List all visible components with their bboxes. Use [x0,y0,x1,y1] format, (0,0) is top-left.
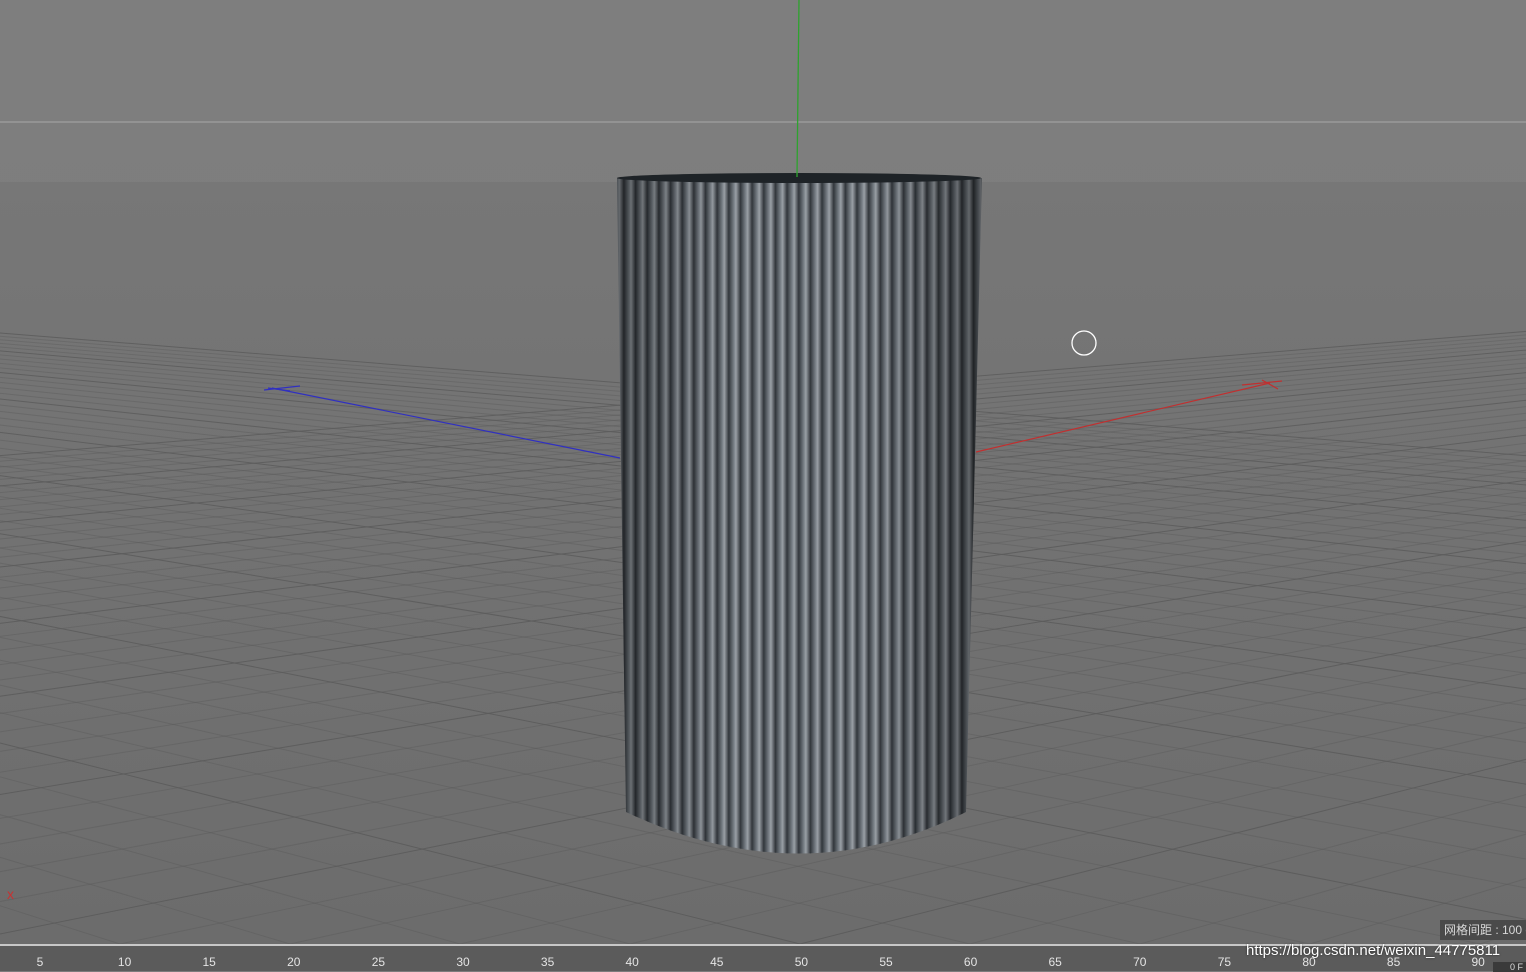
view-axis-label: x [7,886,14,902]
timeline-tick-label: 30 [456,955,470,969]
timeline-tick-label: 10 [117,955,132,969]
timeline-tick-label: 65 [1048,955,1062,969]
timeline-tick-label: 45 [710,955,724,969]
timeline-tick-label: 75 [1217,955,1232,969]
timeline-tick-label: 25 [371,955,386,969]
grid-spacing-indicator: 网格间距 : 100 cm [1440,920,1526,940]
cylinder-top-cap [617,173,981,183]
timeline-tick-label: 15 [202,955,216,969]
timeline-tick-label: 50 [794,955,809,969]
viewport-scene[interactable]: x [0,0,1526,944]
3d-viewport[interactable]: x 网格间距 : 100 cm [0,0,1526,944]
timeline-tick-label: 20 [287,955,301,969]
timeline-tick-label: 40 [625,955,639,969]
timeline-tick-label: 60 [963,955,978,969]
timeline-tick-label: 70 [1133,955,1147,969]
timeline-tick-label: 35 [540,955,555,969]
timeline-tick-label: 5 [36,955,44,969]
fluted-cylinder-object[interactable] [612,173,986,896]
timeline-tick-label: 55 [879,955,893,969]
watermark-url: https://blog.csdn.net/weixin_44775811 [1246,942,1501,959]
